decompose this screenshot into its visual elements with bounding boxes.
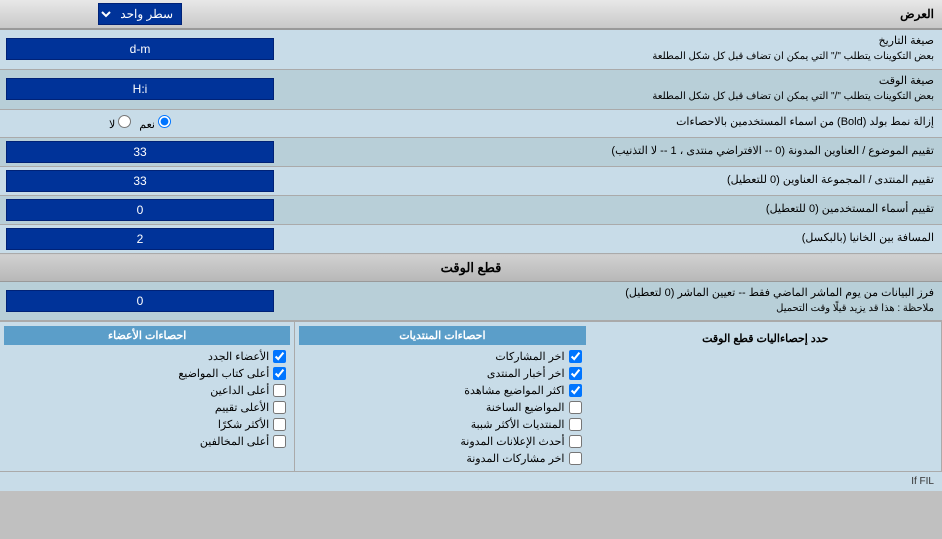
forum-topic-input[interactable] [6, 141, 274, 163]
checkbox-members-1[interactable] [273, 367, 286, 380]
cutoff-input-cell [0, 287, 280, 315]
cutoff-input[interactable] [6, 290, 274, 312]
header-label: العرض [280, 4, 942, 24]
checkbox-posts-0[interactable] [569, 350, 582, 363]
stats-section: حدد إحصاءاليات قطع الوقت احصاءات المنتدي… [0, 321, 942, 471]
bottom-note: If FIL [0, 471, 942, 491]
checkbox-members-5[interactable] [273, 435, 286, 448]
radio-label-yes[interactable]: نعم [139, 115, 171, 131]
user-names-input-cell [0, 196, 280, 224]
distance-label: المسافة بين الخانيا (بالبكسل) [280, 227, 942, 250]
stats-posts-header: احصاءات المنتديات [299, 326, 585, 345]
time-format-label: صيغة الوقت بعض التكوينات يتطلب "/" التي … [280, 70, 942, 109]
bottom-note-text: If FIL [911, 476, 934, 487]
stats-limit-label: حدد إحصاءاليات قطع الوقت [594, 326, 938, 351]
checkbox-members-4[interactable] [273, 418, 286, 431]
stats-posts-item-0: اخر المشاركات [299, 348, 585, 365]
checkbox-posts-5[interactable] [569, 435, 582, 448]
stats-posts-col: احصاءات المنتديات اخر المشاركات اخر أخبا… [294, 322, 589, 471]
user-names-input[interactable] [6, 199, 274, 221]
checkbox-posts-4[interactable] [569, 418, 582, 431]
checkbox-posts-6[interactable] [569, 452, 582, 465]
stats-members-header: احصاءات الأعضاء [4, 326, 290, 345]
forum-group-input-cell [0, 167, 280, 195]
stats-members-item-0: الأعضاء الجدد [4, 348, 290, 365]
date-format-label: صيغة التاريخ بعض التكوينات يتطلب "/" الت… [280, 30, 942, 69]
stats-posts-item-5: أحدث الإعلانات المدونة [299, 433, 585, 450]
date-format-input-cell [0, 35, 280, 63]
stats-members-item-2: أعلى الداعين [4, 382, 290, 399]
stats-posts-item-3: المواضيع الساخنة [299, 399, 585, 416]
stats-posts-item-2: اكثر المواضيع مشاهدة [299, 382, 585, 399]
stats-posts-item-4: المنتديات الأكثر شببة [299, 416, 585, 433]
display-select-cell[interactable]: سطر واحد سطرين ثلاثة أسطر [0, 0, 280, 28]
user-names-label: تقييم أسماء المستخدمين (0 للتعطيل) [280, 198, 942, 221]
forum-group-label: تقييم المنتدى / المجموعة العناوين (0 للت… [280, 169, 942, 192]
distance-input-cell [0, 225, 280, 253]
bold-remove-radio-cell: نعم لا [0, 112, 280, 134]
stats-members-item-1: أعلى كتاب المواضيع [4, 365, 290, 382]
cutoff-section-title: قطع الوقت [0, 254, 942, 282]
cutoff-label: فرز البيانات من يوم الماشر الماضي فقط --… [280, 282, 942, 321]
checkbox-members-0[interactable] [273, 350, 286, 363]
stats-members-col: احصاءات الأعضاء الأعضاء الجدد أعلى كتاب … [0, 322, 294, 471]
stats-limit-label-col: حدد إحصاءاليات قطع الوقت [590, 322, 942, 471]
distance-input[interactable] [6, 228, 274, 250]
time-format-input-cell [0, 75, 280, 103]
stats-members-item-3: الأعلى تقييم [4, 399, 290, 416]
checkbox-posts-2[interactable] [569, 384, 582, 397]
time-format-input[interactable] [6, 78, 274, 100]
checkbox-members-2[interactable] [273, 384, 286, 397]
stats-posts-item-6: اخر مشاركات المدونة [299, 450, 585, 467]
radio-no[interactable] [118, 115, 131, 128]
forum-topic-input-cell [0, 138, 280, 166]
checkbox-members-3[interactable] [273, 401, 286, 414]
bold-remove-radio-group: نعم لا [109, 115, 171, 131]
date-format-input[interactable] [6, 38, 274, 60]
forum-group-input[interactable] [6, 170, 274, 192]
checkbox-posts-3[interactable] [569, 401, 582, 414]
stats-members-item-5: أعلى المخالفين [4, 433, 290, 450]
bold-remove-label: إزالة نمط بولد (Bold) من اسماء المستخدمي… [280, 111, 942, 134]
forum-topic-label: تقييم الموضوع / العناوين المدونة (0 -- ا… [280, 140, 942, 163]
stats-members-item-4: الأكثر شكرًا [4, 416, 290, 433]
stats-posts-item-1: اخر أخبار المنتدى [299, 365, 585, 382]
display-select[interactable]: سطر واحد سطرين ثلاثة أسطر [98, 3, 182, 25]
radio-yes[interactable] [158, 115, 171, 128]
radio-label-no[interactable]: لا [109, 115, 131, 131]
checkbox-posts-1[interactable] [569, 367, 582, 380]
